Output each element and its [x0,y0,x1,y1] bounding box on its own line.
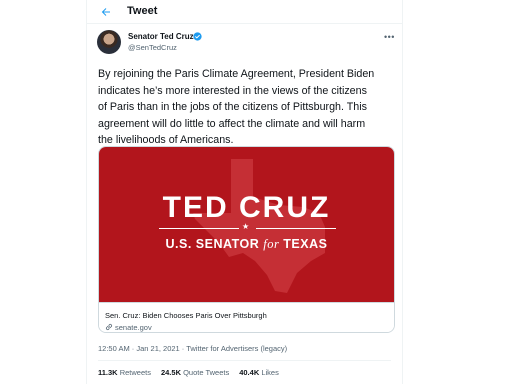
engagement-stats: 11.3K Retweets 24.5K Quote Tweets 40.4K … [98,368,289,377]
likes-label: Likes [259,368,279,377]
card-sub-for: for [263,237,280,251]
retweets-stat[interactable]: 11.3K Retweets [98,368,151,377]
verified-badge-icon [193,32,202,41]
tweet-text: By rejoining the Paris Climate Agreement… [98,66,398,149]
stats-divider [98,360,391,361]
header-bar: Tweet [87,0,402,24]
tweet-timestamp[interactable]: 12:50 AM · Jan 21, 2021 · Twitter for Ad… [98,344,287,353]
card-image: TED CRUZ ★ U.S. SENATOR for TEXAS [99,147,394,302]
star-icon: ★ [242,222,250,231]
back-button[interactable] [97,3,115,21]
quote-tweets-count: 24.5K [160,368,181,377]
quote-tweets-label: Quote Tweets [180,368,230,377]
quote-tweets-stat[interactable]: 24.5K Quote Tweets [161,368,229,377]
card-sub-prefix: U.S. SENATOR [165,237,264,251]
card-domain: senate.gov [115,323,152,332]
tweet-column: Tweet Senator Ted Cruz @SenTedCruz ••• B… [86,0,403,384]
card-headline: TED CRUZ [162,191,331,224]
tweet-line: By rejoining the Paris Climate Agreement… [98,68,375,80]
card-subtitle: U.S. SENATOR for TEXAS [99,237,394,252]
card-footer: Sen. Cruz: Biden Chooses Paris Over Pitt… [99,302,394,332]
author-name[interactable]: Senator Ted Cruz [128,32,194,41]
retweets-count: 11.3K [98,368,118,377]
likes-stat[interactable]: 40.4K Likes [239,368,279,377]
avatar[interactable] [97,30,121,54]
texas-map-graphic [193,159,325,293]
link-card[interactable]: TED CRUZ ★ U.S. SENATOR for TEXAS Sen. C… [98,146,395,333]
retweets-label: Retweets [117,368,151,377]
arrow-left-icon [101,8,110,16]
author-handle[interactable]: @SenTedCruz [128,43,177,52]
page-title: Tweet [127,5,158,17]
card-sub-suffix: TEXAS [279,237,328,251]
likes-count: 40.4K [239,368,260,377]
tweet-line: agreement will do little to affect the c… [98,117,366,130]
divider-line-right [256,228,336,229]
more-icon[interactable]: ••• [384,32,395,42]
card-title: Sen. Cruz: Biden Chooses Paris Over Pitt… [105,311,267,320]
divider-line-left [159,228,239,229]
tweet-line: of Paris than in the jobs of the citizen… [98,101,367,113]
tweet-line: indicates he’s more interested in the vi… [98,84,367,97]
link-icon [106,324,112,330]
